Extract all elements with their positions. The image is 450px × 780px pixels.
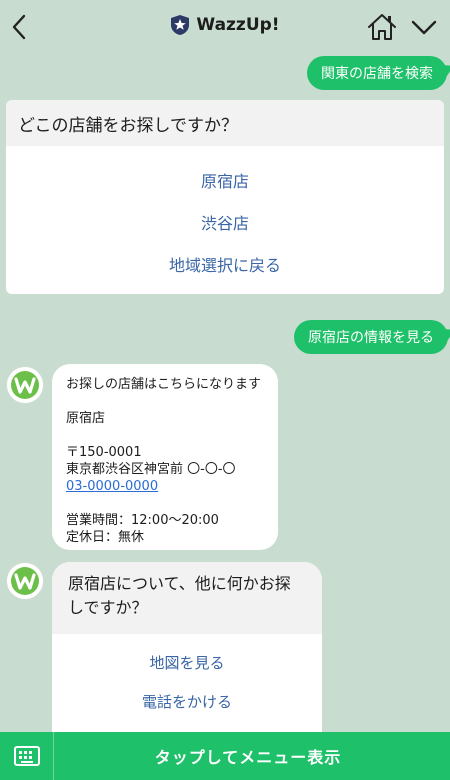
wazzup-logo-icon	[11, 567, 39, 595]
wazzup-logo-icon	[11, 371, 39, 399]
bot-avatar	[6, 562, 44, 600]
keyboard-toggle-button[interactable]	[0, 732, 54, 780]
shield-star-icon	[171, 15, 190, 35]
store-info-bubble: お探しの店舗はこちらになります 原宿店 〒150-0001 東京都渋谷区神宮前 …	[52, 364, 278, 550]
option-view-map[interactable]: 地図を見る	[52, 652, 322, 673]
option-shibuya[interactable]: 渋谷店	[6, 210, 444, 234]
home-icon	[368, 14, 396, 40]
option-back-to-region[interactable]: 地域選択に戻る	[6, 252, 444, 276]
page-title: WazzUp!	[196, 15, 280, 35]
card-question: どこの店舗をお探しですか？	[6, 100, 444, 146]
info-intro: お探しの店舗はこちらになります	[66, 377, 262, 392]
bot-avatar	[6, 366, 44, 404]
info-hours: 営業時間：12:00〜20:00	[66, 513, 219, 528]
info-store-name: 原宿店	[66, 411, 106, 426]
phone-link[interactable]: 03-0000-0000	[66, 478, 264, 495]
option-call[interactable]: 電話をかける	[52, 691, 322, 712]
user-message-bubble: 原宿店の情報を見る	[294, 320, 448, 354]
user-message-text: 関東の店舗を検索	[321, 66, 433, 82]
open-menu-button[interactable]: タップしてメニュー表示	[54, 744, 450, 768]
back-button[interactable]	[4, 10, 34, 44]
collapse-menu-button[interactable]	[408, 14, 440, 40]
info-holiday: 定休日：無休	[66, 530, 145, 545]
user-message-text: 原宿店の情報を見る	[308, 330, 434, 346]
card-question: 原宿店について、他に何かお探しですか？	[52, 562, 322, 634]
option-harajuku[interactable]: 原宿店	[6, 168, 444, 192]
home-button[interactable]	[366, 12, 398, 42]
info-postal-code: 〒150-0001	[66, 445, 142, 460]
user-message-bubble: 関東の店舗を検索	[307, 56, 447, 90]
store-select-card: どこの店舗をお探しですか？ 原宿店 渋谷店 地域選択に戻る	[6, 100, 444, 294]
info-address: 東京都渋谷区神宮前 〇-〇-〇	[66, 462, 236, 477]
keyboard-icon	[13, 746, 40, 766]
followup-card: 原宿店について、他に何かお探しですか？ 地図を見る 電話をかける	[52, 562, 322, 734]
chevron-down-icon	[411, 20, 437, 35]
header-bar: WazzUp!	[0, 0, 450, 54]
chevron-left-icon	[12, 14, 26, 40]
bottom-menu-bar: タップしてメニュー表示	[0, 732, 450, 780]
